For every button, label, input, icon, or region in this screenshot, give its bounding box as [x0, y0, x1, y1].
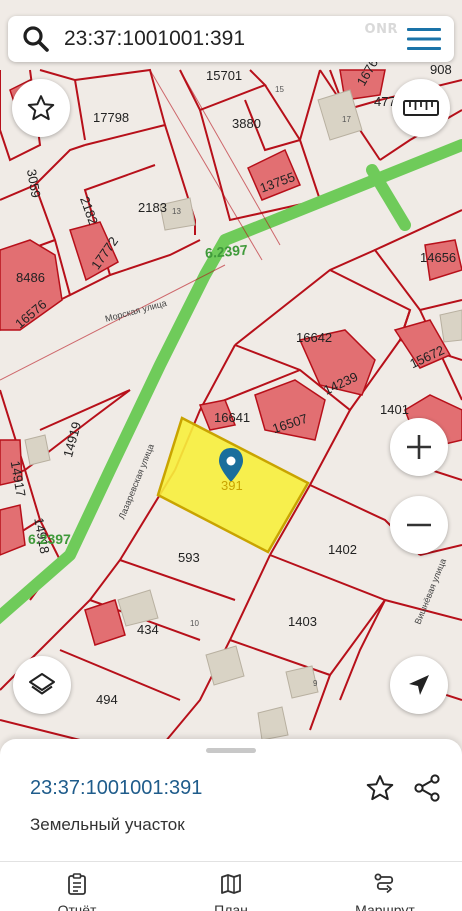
menu-icon[interactable]	[404, 22, 444, 56]
parcel-label: 434	[137, 622, 159, 637]
zoom-out-icon	[407, 523, 431, 527]
bottom-navigation: Отчёт План Маршрут	[0, 861, 462, 911]
brand-watermark: ONR	[364, 22, 398, 37]
parcel-label: 16641	[214, 410, 250, 425]
parcel-label: 1401	[380, 402, 409, 417]
measure-button[interactable]	[392, 79, 450, 137]
ruler-icon	[403, 100, 439, 116]
search-icon[interactable]	[8, 16, 64, 62]
layers-icon	[29, 673, 55, 695]
object-type: Земельный участок	[30, 815, 185, 834]
parcel-label: 15701	[206, 68, 242, 83]
zoom-out-button[interactable]	[390, 496, 448, 554]
search-bar: ONR	[8, 16, 454, 62]
parcel-label: 16642	[296, 330, 332, 345]
parcel-label: 14656	[420, 250, 456, 265]
parcel-label: 2183	[138, 200, 167, 215]
parcel-label: 593	[178, 550, 200, 565]
layers-button[interactable]	[13, 656, 71, 714]
route-icon	[374, 873, 394, 894]
nav-report[interactable]: Отчёт	[17, 862, 137, 911]
road-label: 6.2397	[28, 531, 71, 547]
sheet-drag-handle[interactable]	[206, 748, 256, 753]
map-plan-icon	[221, 874, 241, 894]
parcel-label: 3880	[232, 116, 261, 131]
parcel-label: 1403	[288, 614, 317, 629]
nav-route[interactable]: Маршрут	[325, 862, 445, 911]
house-number: 10	[190, 619, 199, 628]
parcel-label: 8486	[16, 270, 45, 285]
report-icon	[68, 873, 86, 895]
share-icon	[414, 774, 440, 802]
house-number: 13	[172, 207, 181, 216]
house-number: 17	[342, 115, 351, 124]
share-button[interactable]	[410, 771, 444, 805]
favorite-object-button[interactable]	[363, 771, 397, 805]
my-location-button[interactable]	[390, 656, 448, 714]
zoom-in-button[interactable]	[390, 418, 448, 476]
house-number: 15	[275, 85, 284, 94]
cadastral-number: 23:37:1001001:391	[30, 777, 203, 799]
parcel-label: 17798	[93, 110, 129, 125]
favorite-button[interactable]	[12, 79, 70, 137]
parcel-label: 908	[430, 62, 452, 77]
zoom-in-icon	[407, 435, 431, 459]
star-icon	[366, 775, 394, 801]
star-icon	[27, 95, 55, 121]
nav-plan[interactable]: План	[171, 862, 291, 911]
parcel-label: 391	[221, 478, 243, 493]
parcel-label: 494	[96, 692, 118, 707]
locate-icon	[409, 675, 429, 695]
object-info-sheet: 23:37:1001001:391 Земельный участок	[0, 739, 462, 861]
house-number: 9	[313, 679, 318, 688]
search-input[interactable]	[64, 27, 354, 51]
parcel-label: 1402	[328, 542, 357, 557]
